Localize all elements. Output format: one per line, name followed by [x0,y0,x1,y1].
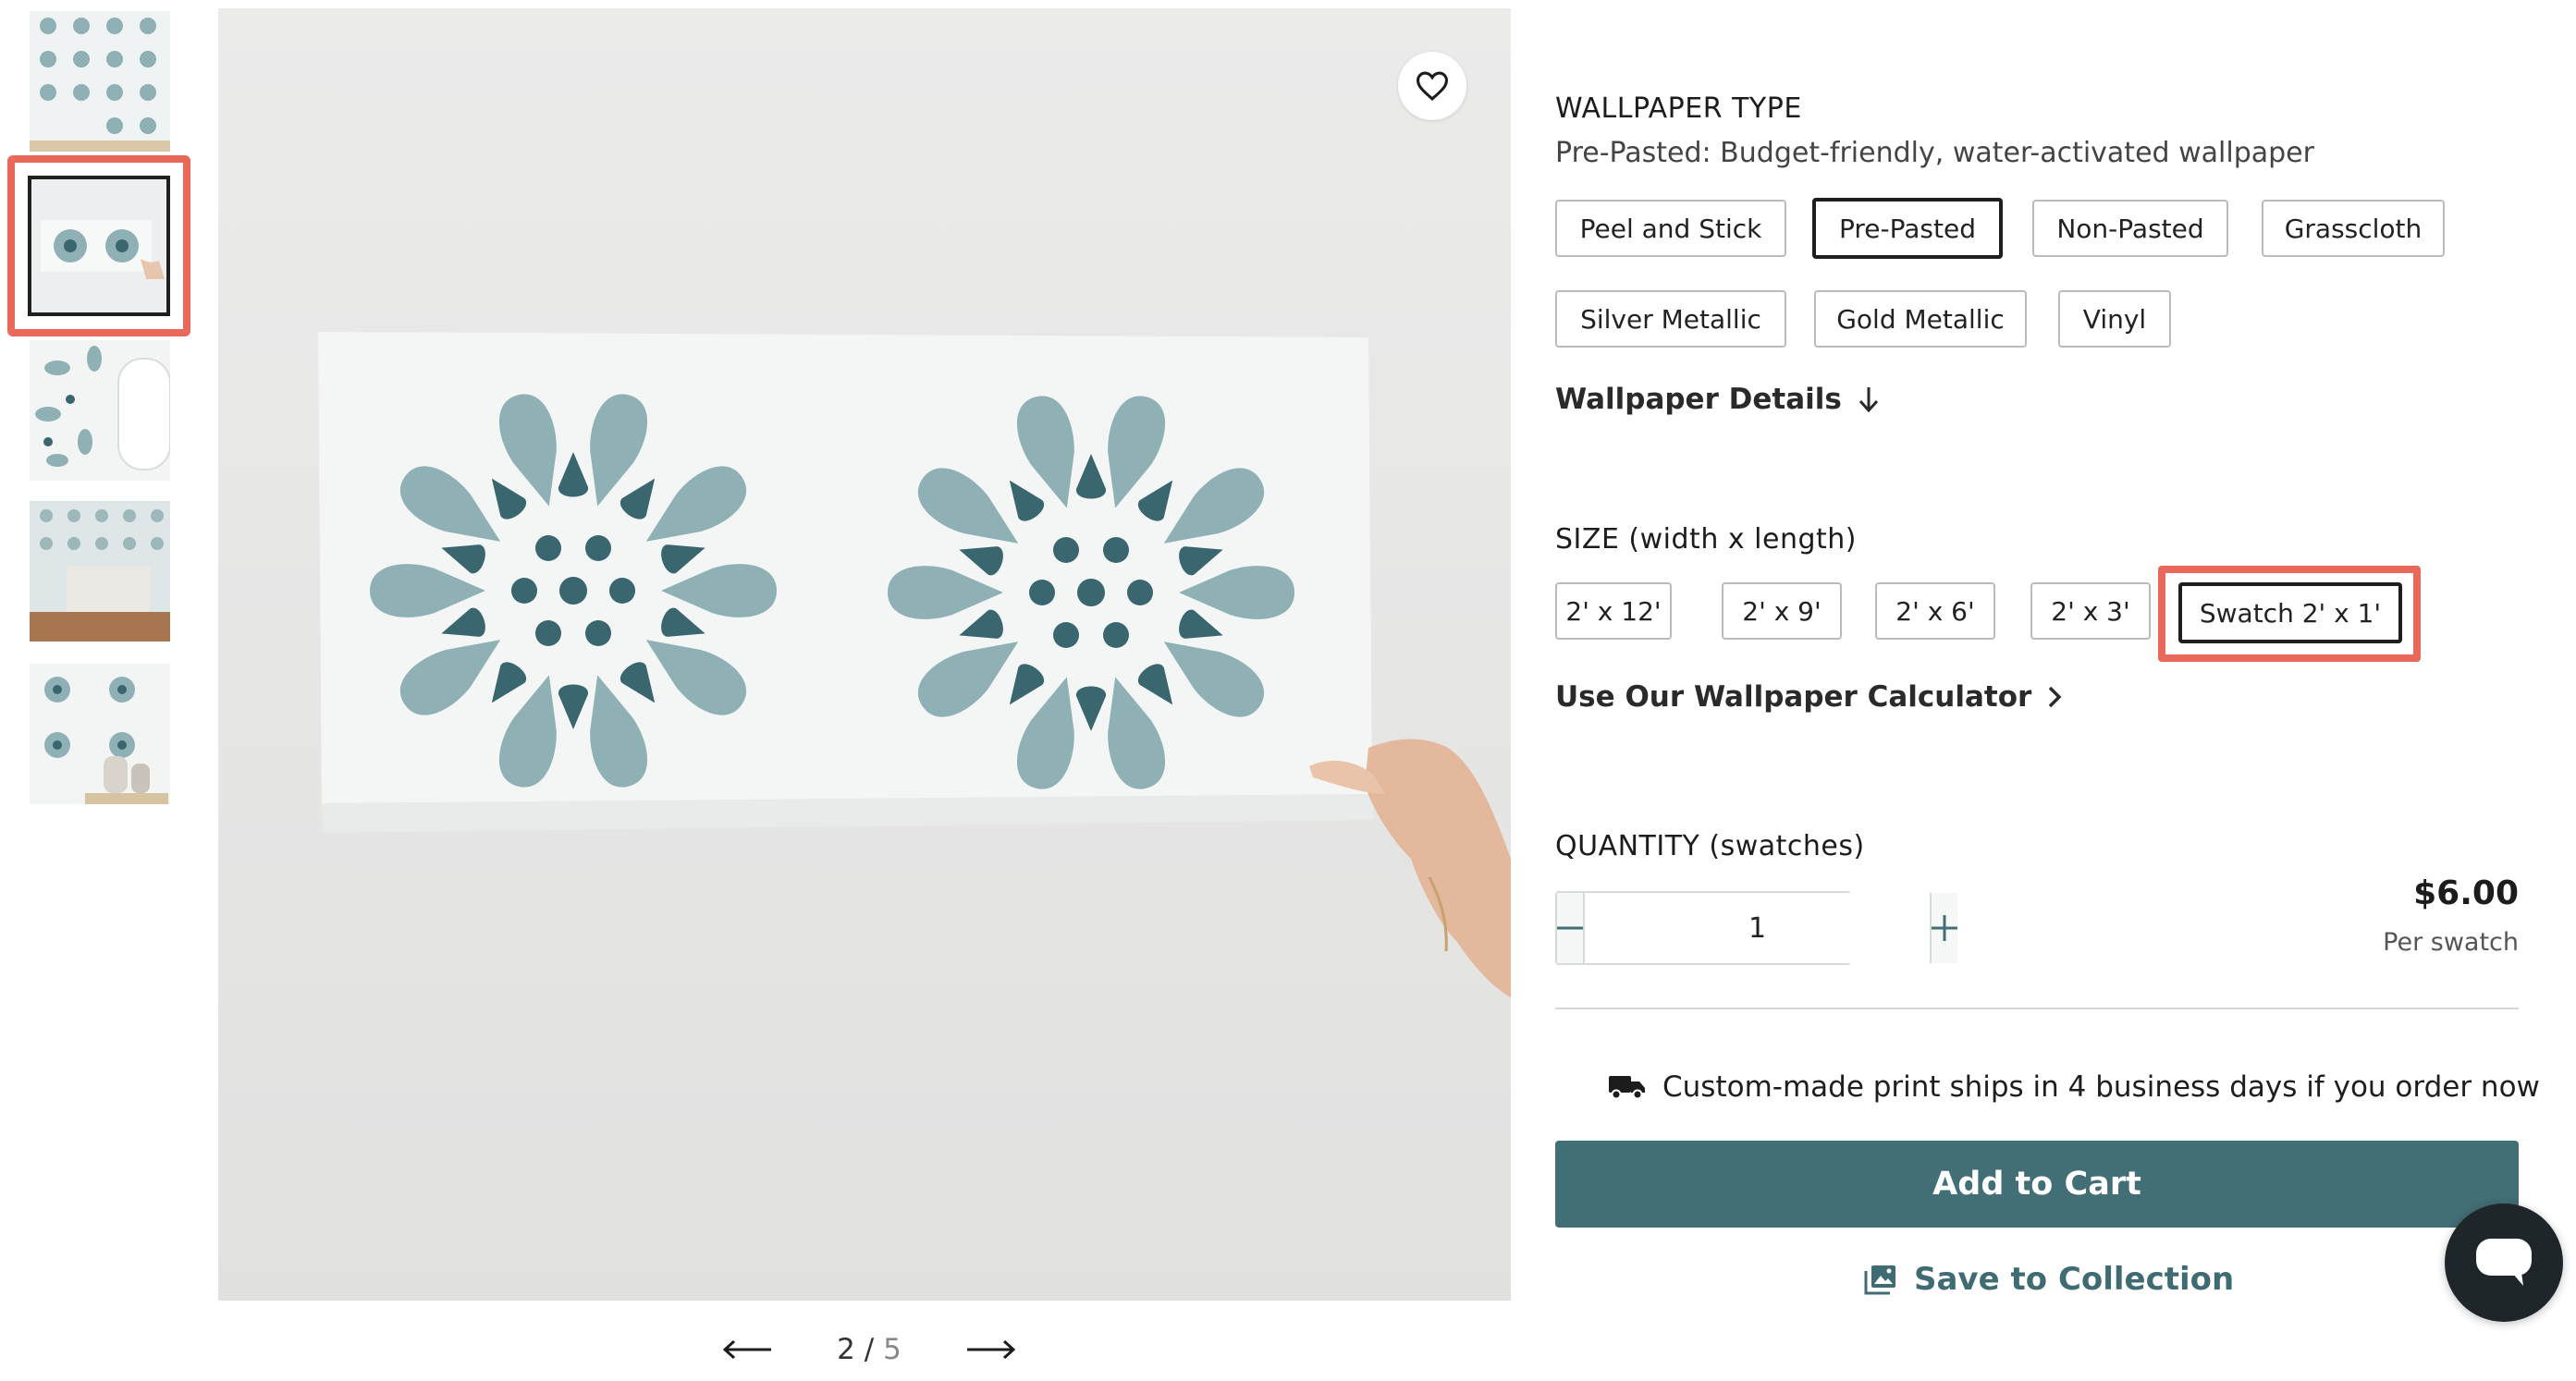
arrow-left-icon [722,1339,771,1360]
image-stack-icon [1864,1265,1895,1295]
quantity-decrease-button[interactable] [1557,893,1583,963]
pattern-thumbnail-image [30,11,170,152]
save-to-collection-button[interactable]: Save to Collection [1864,1261,2234,1298]
truck-icon [1609,1076,1645,1100]
type-option-grasscloth[interactable]: Grasscloth [2262,200,2445,257]
type-option-peel-and-stick[interactable]: Peel and Stick [1555,200,1786,257]
quantity-increase-button[interactable] [1932,893,1957,963]
thumbnail-4[interactable] [30,501,170,642]
total-images-number: 5 [883,1333,902,1366]
thumbnail-2-selected[interactable] [7,155,190,336]
size-option-2x9[interactable]: 2' x 9' [1722,582,1842,640]
size-option-swatch[interactable]: Swatch 2' x 1' [2178,582,2402,643]
wallpaper-details-label: Wallpaper Details [1555,383,1842,416]
arrow-down-icon [1858,387,1878,413]
bedroom-thumbnail-image [30,501,170,642]
quantity-input[interactable] [1583,893,1932,963]
arrow-right-icon [966,1339,1016,1360]
size-option-2x6[interactable]: 2' x 6' [1875,582,1995,640]
type-option-vinyl[interactable]: Vinyl [2058,290,2171,348]
image-counter: 2 / 5 [837,1333,902,1366]
gallery-pager: 2 / 5 [721,1322,1017,1377]
swatch-on-wall-image [318,332,1511,997]
chat-button[interactable] [2445,1204,2563,1322]
next-image-button[interactable] [965,1338,1017,1361]
type-option-non-pasted[interactable]: Non-Pasted [2032,200,2228,257]
swatch-thumbnail-image [31,179,166,312]
heart-icon [1416,71,1449,101]
counter-separator: / [864,1333,875,1366]
quantity-stepper [1555,891,1957,965]
thumbnail-1[interactable] [30,11,170,152]
shipping-text: Custom-made print ships in 4 business da… [1662,1070,2540,1104]
vase-thumbnail-image [30,664,170,804]
wallpaper-type-heading: WALLPAPER TYPE [1555,92,1802,125]
thumbnail-5[interactable] [30,664,170,804]
size-option-2x12[interactable]: 2' x 12' [1555,582,1672,640]
section-divider [1555,1008,2519,1009]
thumbnail-3[interactable] [30,340,170,481]
wallpaper-calculator-label: Use Our Wallpaper Calculator [1555,680,2032,714]
size-heading: SIZE (width x length) [1555,523,1857,556]
chat-bubble-icon [2476,1239,2532,1286]
prev-image-button[interactable] [721,1338,773,1361]
wallpaper-type-description: Pre-Pasted: Budget-friendly, water-activ… [1555,137,2314,169]
shipping-notice: Custom-made print ships in 4 business da… [1609,1070,2540,1104]
type-option-gold-metallic[interactable]: Gold Metallic [1814,290,2027,348]
wallpaper-calculator-link[interactable]: Use Our Wallpaper Calculator [1555,680,2063,714]
price-unit: Per swatch [2383,928,2519,957]
size-option-2x3[interactable]: 2' x 3' [2030,582,2151,640]
plus-icon [1932,915,1957,941]
product-page: 2 / 5 WALLPAPER TYPE Pre-Pasted: Budget-… [0,0,2576,1381]
quantity-heading: QUANTITY (swatches) [1555,830,1865,862]
save-to-collection-label: Save to Collection [1914,1261,2235,1298]
chevron-right-icon [2049,686,2062,708]
type-option-pre-pasted[interactable]: Pre-Pasted [1812,198,2003,259]
main-product-image[interactable] [218,8,1511,1301]
roll-thumbnail-image [30,340,170,481]
current-image-number: 2 [837,1333,855,1366]
favorite-button[interactable] [1398,52,1466,120]
add-to-cart-button[interactable]: Add to Cart [1555,1141,2519,1228]
wallpaper-details-link[interactable]: Wallpaper Details [1555,383,1881,416]
type-option-silver-metallic[interactable]: Silver Metallic [1555,290,1786,348]
price-amount: $6.00 [2413,874,2519,912]
minus-icon [1557,926,1583,930]
